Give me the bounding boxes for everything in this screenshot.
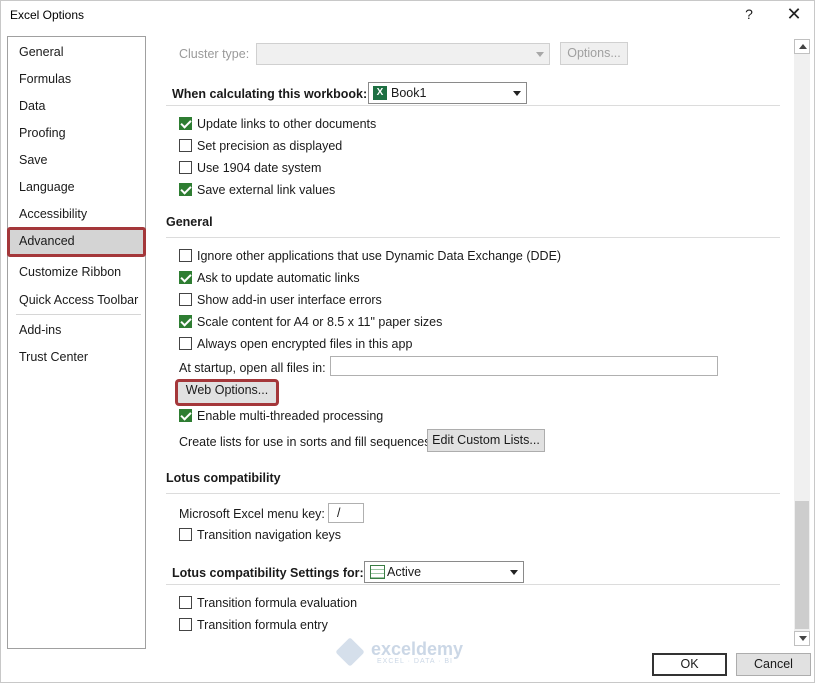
transition-formula-eval-checkbox[interactable] [179,596,192,609]
custom-lists-label: Create lists for use in sorts and fill s… [179,435,434,449]
chevron-down-icon [510,570,518,575]
lotus-sheet-select[interactable]: Active [364,561,524,583]
date-system-1904-checkbox[interactable] [179,161,192,174]
save-external-links-label: Save external link values [197,183,336,197]
transition-formula-entry-checkbox[interactable] [179,618,192,631]
ignore-dde-label: Ignore other applications that use Dynam… [197,249,562,263]
menu-key-label: Microsoft Excel menu key: [179,507,325,521]
scale-content-label: Scale content for A4 or 8.5 x 11" paper … [197,315,443,329]
edit-custom-lists-button[interactable]: Edit Custom Lists... [427,429,545,452]
date-system-1904-label: Use 1904 date system [197,161,322,175]
cancel-button[interactable]: Cancel [736,653,811,676]
sidebar-item-general[interactable]: General [9,39,144,65]
workbook-select[interactable]: X Book1 [368,82,527,104]
save-external-links-checkbox[interactable] [179,183,192,196]
lotus-sheet-value: Active [387,565,422,579]
ask-update-links-label: Ask to update automatic links [197,271,360,285]
chevron-down-icon [536,52,544,57]
sidebar-item-trust-center[interactable]: Trust Center [9,344,144,370]
set-precision-label: Set precision as displayed [197,139,343,153]
multithread-label: Enable multi-threaded processing [197,409,384,423]
cluster-type-label: Cluster type: [179,47,250,61]
menu-key-input[interactable]: / [328,503,364,523]
transition-formula-entry-label: Transition formula entry [197,618,328,632]
close-icon[interactable]: ✕ [784,4,804,25]
web-options-button[interactable]: Web Options... [175,379,279,406]
ignore-dde-checkbox[interactable] [179,249,192,262]
show-addin-errors-checkbox[interactable] [179,293,192,306]
sidebar-item-language[interactable]: Language [9,174,144,200]
cluster-options-button: Options... [560,42,628,65]
sidebar-item-add-ins[interactable]: Add-ins [9,317,144,343]
calc-workbook-heading: When calculating this workbook: [172,87,368,101]
title-bar: Excel Options ? ✕ [1,1,814,31]
multithread-checkbox[interactable] [179,409,192,422]
excel-options-dialog: Excel Options ? ✕ General Formulas Data … [0,0,815,683]
watermark-tagline: EXCEL · DATA · BI [377,658,453,665]
sidebar-item-formulas[interactable]: Formulas [9,66,144,92]
update-links-label: Update links to other documents [197,117,377,131]
worksheet-icon [370,565,385,579]
set-precision-checkbox[interactable] [179,139,192,152]
watermark-name: exceldemy [371,639,464,659]
sidebar-item-quick-access-toolbar[interactable]: Quick Access Toolbar [9,287,144,313]
sidebar-item-advanced[interactable]: Advanced [7,227,146,257]
update-links-checkbox[interactable] [179,117,192,130]
open-encrypted-checkbox[interactable] [179,337,192,350]
sidebar-item-proofing[interactable]: Proofing [9,120,144,146]
transition-formula-eval-label: Transition formula evaluation [197,596,358,610]
general-heading: General [166,215,213,229]
help-icon[interactable]: ? [741,6,757,22]
chevron-down-icon [513,91,521,96]
lotus-settings-heading: Lotus compatibility Settings for: [172,566,364,580]
sidebar-item-save[interactable]: Save [9,147,144,173]
transition-nav-keys-label: Transition navigation keys [197,528,342,542]
startup-folder-label: At startup, open all files in: [179,361,326,375]
advanced-options-panel: Cluster type: Options... When calculatin… [151,36,791,649]
startup-folder-input[interactable] [330,356,718,376]
open-encrypted-label: Always open encrypted files in this app [197,337,413,351]
ask-update-links-checkbox[interactable] [179,271,192,284]
transition-nav-keys-checkbox[interactable] [179,528,192,541]
lotus-heading: Lotus compatibility [166,471,281,485]
sidebar-item-data[interactable]: Data [9,93,144,119]
exceldemy-logo-icon [335,637,365,667]
dialog-title: Excel Options [10,8,85,22]
scrollbar-thumb[interactable] [795,501,809,629]
ok-button[interactable]: OK [652,653,727,676]
section-divider [166,493,780,494]
sidebar-item-customize-ribbon[interactable]: Customize Ribbon [9,259,144,285]
section-divider [166,105,780,106]
workbook-select-value: Book1 [391,86,427,100]
section-divider [166,237,780,238]
vertical-scrollbar[interactable] [794,39,810,646]
section-divider [166,584,780,585]
exceldemy-watermark: exceldemy EXCEL · DATA · BI [335,637,487,671]
sidebar-divider [16,314,141,315]
cluster-type-select [256,43,550,65]
scroll-up-icon[interactable] [794,39,810,54]
sidebar-nav: General Formulas Data Proofing Save Lang… [7,36,146,649]
show-addin-errors-label: Show add-in user interface errors [197,293,382,307]
scroll-down-icon[interactable] [794,631,810,646]
scale-content-checkbox[interactable] [179,315,192,328]
excel-icon: X [373,86,387,100]
sidebar-item-accessibility[interactable]: Accessibility [9,201,144,227]
